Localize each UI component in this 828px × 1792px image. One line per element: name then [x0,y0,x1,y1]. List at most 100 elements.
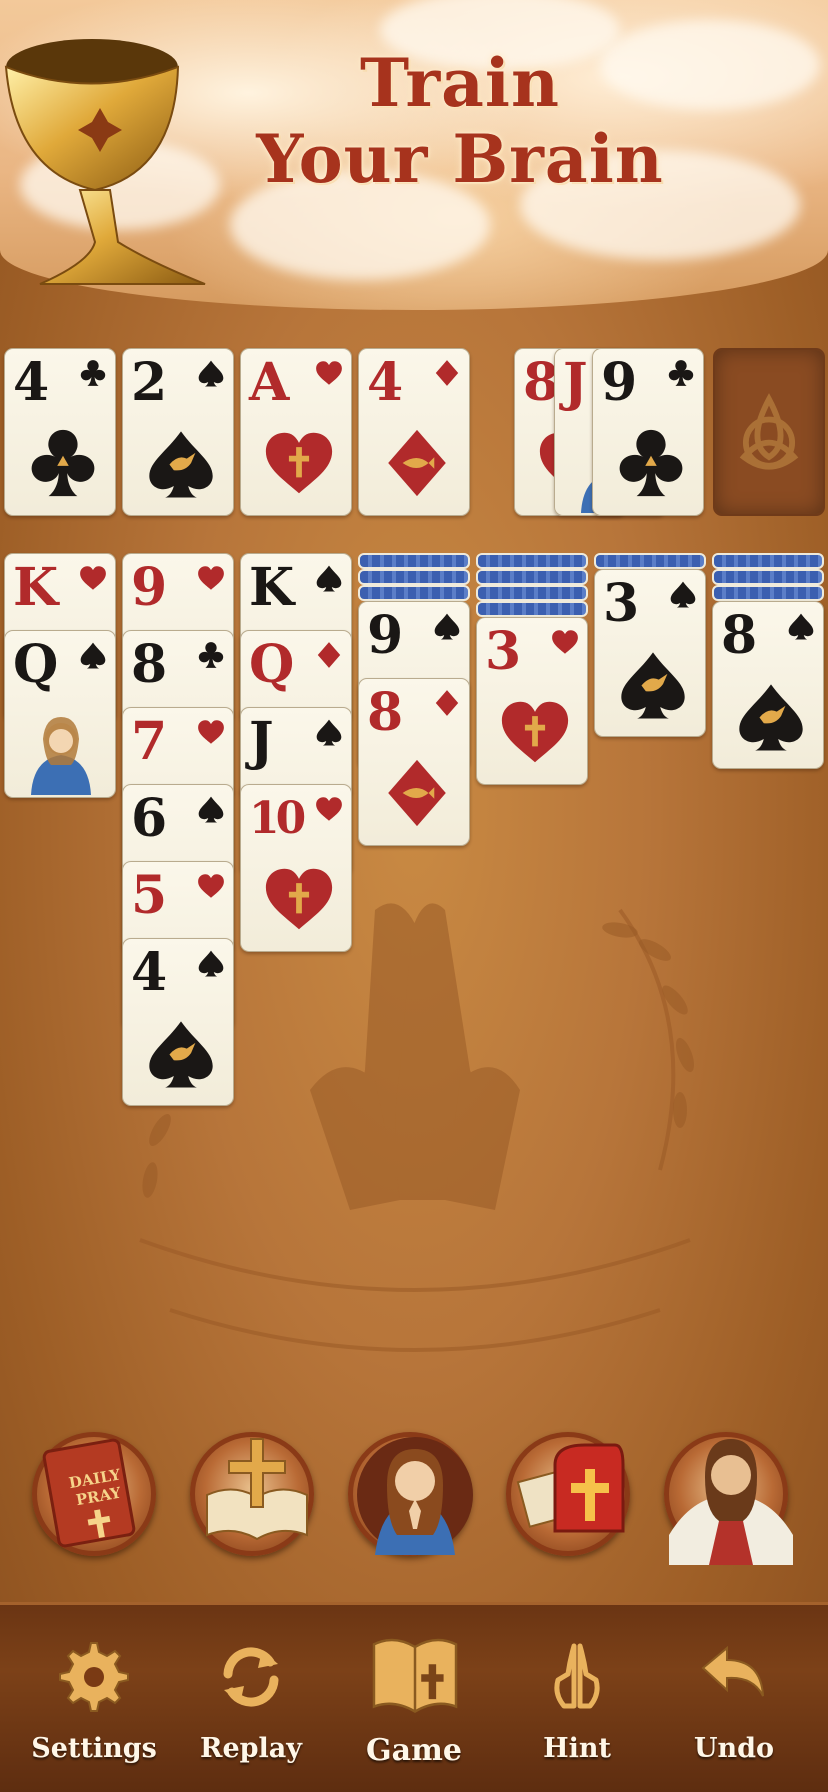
tableau-card[interactable]: 10 [240,784,352,952]
card-rank: 7 [131,711,168,772]
face-down-card [358,553,470,569]
foundation-pile[interactable]: 2 [122,348,234,516]
heart-icon [316,361,342,385]
card-rank: 8 [721,605,758,666]
spade-icon [316,719,342,746]
card-rank: 9 [601,352,638,413]
diamond-emblem-icon [388,759,446,827]
hint-button[interactable]: Hint [502,1605,652,1792]
bible-button[interactable] [190,1432,314,1556]
face-down-card [712,585,824,601]
card-rank: J [249,711,274,772]
heart-emblem-icon [501,701,569,763]
spade-icon [198,360,224,387]
mailbox-icon [516,1443,625,1533]
bottom-nav-bar: Settings Replay Game Hint Undo [0,1602,828,1792]
undo-label: Undo [693,1733,775,1764]
face-down-card [594,553,706,569]
spade-emblem-icon [621,652,685,719]
face-down-card [712,569,824,585]
spade-icon [434,613,460,640]
card-rank: J [563,352,588,413]
club-emblem-icon [31,429,95,497]
tableau-card[interactable]: 4 [122,938,234,1106]
tableau-card[interactable]: 8 [712,601,824,769]
replay-label: Replay [200,1733,302,1764]
tableau-card[interactable]: 8 [358,678,470,846]
spade-emblem-icon [149,431,213,498]
card-rank: K [249,557,295,618]
heart-icon [198,720,224,744]
card-rank: 4 [367,352,404,413]
card-rank: K [13,557,59,618]
heart-icon [552,630,578,654]
club-icon [198,642,224,668]
card-rank: 3 [485,621,522,682]
heart-icon [198,566,224,590]
heart-icon [80,566,106,590]
tableau-card[interactable]: Q [4,630,116,798]
heart-icon [198,874,224,898]
card-rank: 2 [131,352,168,413]
face-down-card [476,585,588,601]
club-emblem-icon [619,429,683,497]
game-button[interactable]: Game [339,1605,489,1792]
foundation-pile[interactable]: 4 [4,348,116,516]
bible-book-icon [372,1638,458,1713]
spade-icon [80,642,106,669]
mary-prayer-button[interactable] [348,1432,473,1556]
stock-pile[interactable] [713,348,825,516]
waste-card[interactable]: 9 [592,348,704,516]
diamond-icon [435,360,459,386]
card-rank: 4 [131,942,168,1003]
diamond-emblem-icon [388,429,446,497]
gear-icon [59,1642,129,1712]
card-rank: 9 [367,605,404,666]
settings-label: Settings [31,1733,157,1764]
face-down-card [476,601,588,617]
daily-pray-button[interactable]: DAILY PRAY [32,1432,156,1556]
face-down-card [712,553,824,569]
card-rank: 6 [131,788,168,849]
face-down-card [358,569,470,585]
card-rank: Q [13,634,59,695]
card-rank: 5 [131,865,168,926]
undo-button[interactable]: Undo [659,1605,809,1792]
golden-chalice-icon [4,39,206,285]
club-icon [80,360,106,386]
spade-icon [198,796,224,823]
tableau-card[interactable]: 3 [476,617,588,785]
foundation-pile[interactable]: A [240,348,352,516]
tableau-card[interactable]: 3 [594,569,706,737]
diamond-icon [435,690,459,716]
spade-icon [316,565,342,592]
card-rank: 10 [249,793,306,844]
hint-label: Hint [543,1733,611,1764]
heart-emblem-icon [265,432,333,494]
settings-button[interactable]: Settings [19,1605,169,1792]
spade-icon [788,613,814,640]
club-icon [668,360,694,386]
replay-button[interactable]: Replay [176,1605,326,1792]
heart-emblem-icon [265,868,333,930]
jesus-icon [669,1439,793,1565]
face-down-card [476,553,588,569]
card-rank: 9 [131,557,168,618]
card-rank: Q [249,634,295,695]
foundation-pile[interactable]: 4 [358,348,470,516]
face-down-card [476,569,588,585]
title-line-1: Train [360,44,560,122]
spade-icon [670,581,696,608]
title-line-2: Your Brain [256,120,664,198]
spade-icon [198,950,224,977]
mailbox-button[interactable] [506,1432,630,1556]
replay-icon [223,1647,279,1707]
card-rank: A [249,352,290,413]
diamond-icon [317,642,341,668]
daily-pray-book-icon: DAILYPRAY [42,1438,136,1548]
trinity-knot-icon [739,393,799,470]
jesus-button[interactable] [664,1432,793,1565]
spade-emblem-icon [739,684,803,751]
face-down-card [358,585,470,601]
mary-praying-icon [357,1437,473,1555]
